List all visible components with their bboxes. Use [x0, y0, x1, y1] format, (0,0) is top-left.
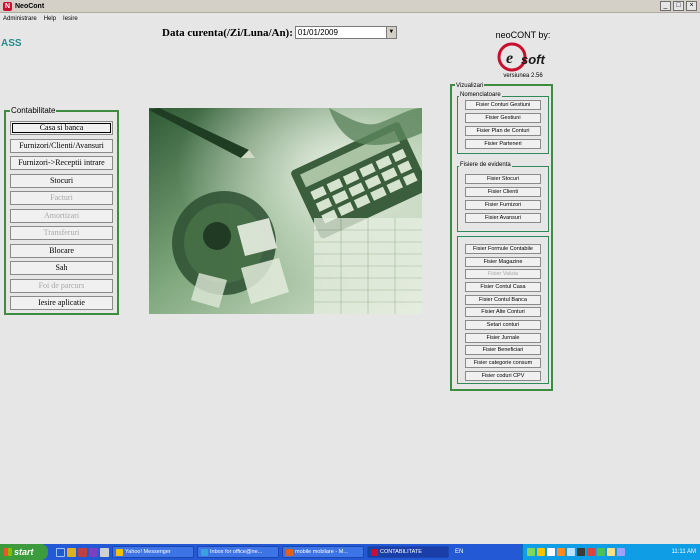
casa-si-banca-button[interactable]: Casa si banca [10, 121, 113, 135]
contabilitate-title: Contabilitate [10, 106, 57, 115]
minimize-button[interactable]: _ [660, 1, 671, 11]
menu-bar: Administrare Help Iesire [0, 13, 700, 24]
fisier-contul-casa-button[interactable]: Fisier Contul Casa [465, 282, 541, 292]
quick-launch [56, 547, 109, 557]
date-row: Data curenta(/Zi/Luna/An): 01/01/2009 ▼ [162, 26, 397, 39]
maximize-button[interactable]: □ [673, 1, 684, 11]
fisier-jurnale-button[interactable]: Fisier Jurnale [465, 333, 541, 343]
date-value: 01/01/2009 [297, 28, 338, 37]
tray-icon[interactable] [537, 548, 545, 556]
fisier-contul-banca-button[interactable]: Fisier Contul Banca [465, 295, 541, 305]
fisier-furnizori-button[interactable]: Fisier Furnizori [465, 200, 541, 210]
fisier-categorie-consum-button[interactable]: Fisier categorie consum [465, 358, 541, 368]
start-label: start [14, 547, 34, 557]
date-label: Data curenta(/Zi/Luna/An): [162, 26, 293, 39]
task-label: CONTABILITATE [380, 549, 422, 555]
fisier-gestiuni-button[interactable]: Fisier Gestiuni [465, 113, 541, 123]
windows-flag-icon [4, 548, 12, 556]
browser-icon[interactable] [67, 547, 76, 557]
yahoo-icon [116, 548, 123, 556]
facturi-button: Facturi [10, 191, 113, 205]
taskbar: start Yahoo! Messenger Inbox for office@… [0, 544, 700, 560]
tray-icon[interactable] [557, 548, 565, 556]
fisier-magazine-button[interactable]: Fisier Magazine [465, 257, 541, 267]
sah-button[interactable]: Sah [10, 261, 113, 275]
fisier-formule-contabile-button[interactable]: Fisier Formule Contabile [465, 244, 541, 254]
amortizari-button: Amortizari [10, 209, 113, 223]
menu-iesire[interactable]: Iesire [63, 16, 78, 22]
tray-icon[interactable] [587, 548, 595, 556]
fisier-conturi-gestiuni-button[interactable]: Fisier Conturi Gestiuni [465, 100, 541, 110]
show-desktop-icon[interactable] [56, 547, 65, 557]
version-text: versiunea 2.56 [503, 73, 543, 79]
foi-de-parcurs-button: Foi de parcurs [10, 279, 113, 293]
mail-icon [201, 548, 208, 556]
tray-icon[interactable] [547, 548, 555, 556]
accounting-photo [149, 108, 422, 314]
fisier-clienti-button[interactable]: Fisier Clienti [465, 187, 541, 197]
fisier-beneficiari-button[interactable]: Fisier Beneficiari [465, 345, 541, 355]
menu-help[interactable]: Help [44, 16, 56, 22]
menu-administrare[interactable]: Administrare [3, 16, 37, 22]
volume-icon[interactable] [617, 548, 625, 556]
transferuri-button: Transferuri [10, 226, 113, 240]
task-label: Yahoo! Messenger [125, 549, 171, 555]
title-bar: N NeoCont _ □ × [0, 0, 700, 13]
app-label: ASS [1, 38, 22, 49]
fisier-parteneri-button[interactable]: Fisier Parteneri [465, 139, 541, 149]
fisier-avansuri-button[interactable]: Fisier Avansuri [465, 213, 541, 223]
setari-conturi-button[interactable]: Setari conturi [465, 320, 541, 330]
messenger-icon[interactable] [89, 547, 98, 557]
fisier-stocuri-button[interactable]: Fisier Stocuri [465, 174, 541, 184]
close-button[interactable]: × [686, 1, 697, 11]
task-mobile-mobilare[interactable]: mobile mobilare - M... [282, 546, 364, 558]
language-indicator[interactable]: EN [455, 549, 463, 555]
dropdown-arrow-icon[interactable]: ▼ [385, 27, 396, 38]
task-inbox[interactable]: Inbox for office@ne... [197, 546, 279, 558]
window-controls: _ □ × [660, 1, 697, 11]
blocare-button[interactable]: Blocare [10, 244, 113, 258]
brand-text: neoCONT by: [495, 30, 551, 40]
fisier-alte-conturi-button[interactable]: Fisier Alte Conturi [465, 307, 541, 317]
firefox-icon [286, 548, 293, 556]
furnizori-receptii-button[interactable]: Furnizori->Receptii intrare [10, 156, 113, 170]
neosoft-logo: e soft [497, 42, 546, 72]
iesire-aplicatie-button[interactable]: Iesire aplicatie [10, 296, 113, 310]
contabilitate-panel: Contabilitate Casa si banca Furnizori/Cl… [4, 106, 119, 315]
explorer-icon[interactable] [100, 547, 109, 557]
clock: 11:11 AM [671, 549, 696, 555]
start-button[interactable]: start [0, 544, 48, 560]
tray-icon[interactable] [527, 548, 535, 556]
fisier-valuta-button: Fisier Valuta [465, 269, 541, 279]
app-icon: N [3, 1, 12, 11]
system-tray: 11:11 AM [522, 544, 700, 560]
tray-icon[interactable] [577, 548, 585, 556]
task-yahoo-messenger[interactable]: Yahoo! Messenger [112, 546, 194, 558]
furnizori-clienti-avansuri-button[interactable]: Furnizori/Clienti/Avansuri [10, 139, 113, 153]
tray-icon[interactable] [607, 548, 615, 556]
task-label: Inbox for office@ne... [210, 549, 263, 555]
nomenclatoare-title: Nomenclatoare [459, 92, 502, 98]
vizualizari-title: Vizualizari [455, 83, 485, 89]
fisiere-evidenta-title: Fisiere de evidenta [459, 162, 512, 168]
stocuri-button[interactable]: Stocuri [10, 174, 113, 188]
window-title: NeoCont [15, 2, 45, 10]
tray-icon[interactable] [597, 548, 605, 556]
vizualizari-panel: Vizualizari Nomenclatoare Fisier Conturi… [450, 83, 553, 391]
tray-icon[interactable] [567, 548, 575, 556]
media-icon[interactable] [78, 547, 87, 557]
logo-text: soft [521, 52, 546, 67]
date-select[interactable]: 01/01/2009 ▼ [294, 26, 397, 39]
fisier-coduri-cpv-button[interactable]: Fisier coduri CPV [465, 371, 541, 381]
task-contabilitate[interactable]: CONTABILITATE [367, 546, 449, 558]
fisier-plan-conturi-button[interactable]: Fisier Plan de Conturi [465, 126, 541, 136]
logo-letter: e [506, 50, 513, 67]
brand-block: neoCONT by: e soft versiunea 2.56 [483, 30, 563, 79]
task-label: mobile mobilare - M... [295, 549, 348, 555]
neocont-icon [371, 548, 378, 556]
